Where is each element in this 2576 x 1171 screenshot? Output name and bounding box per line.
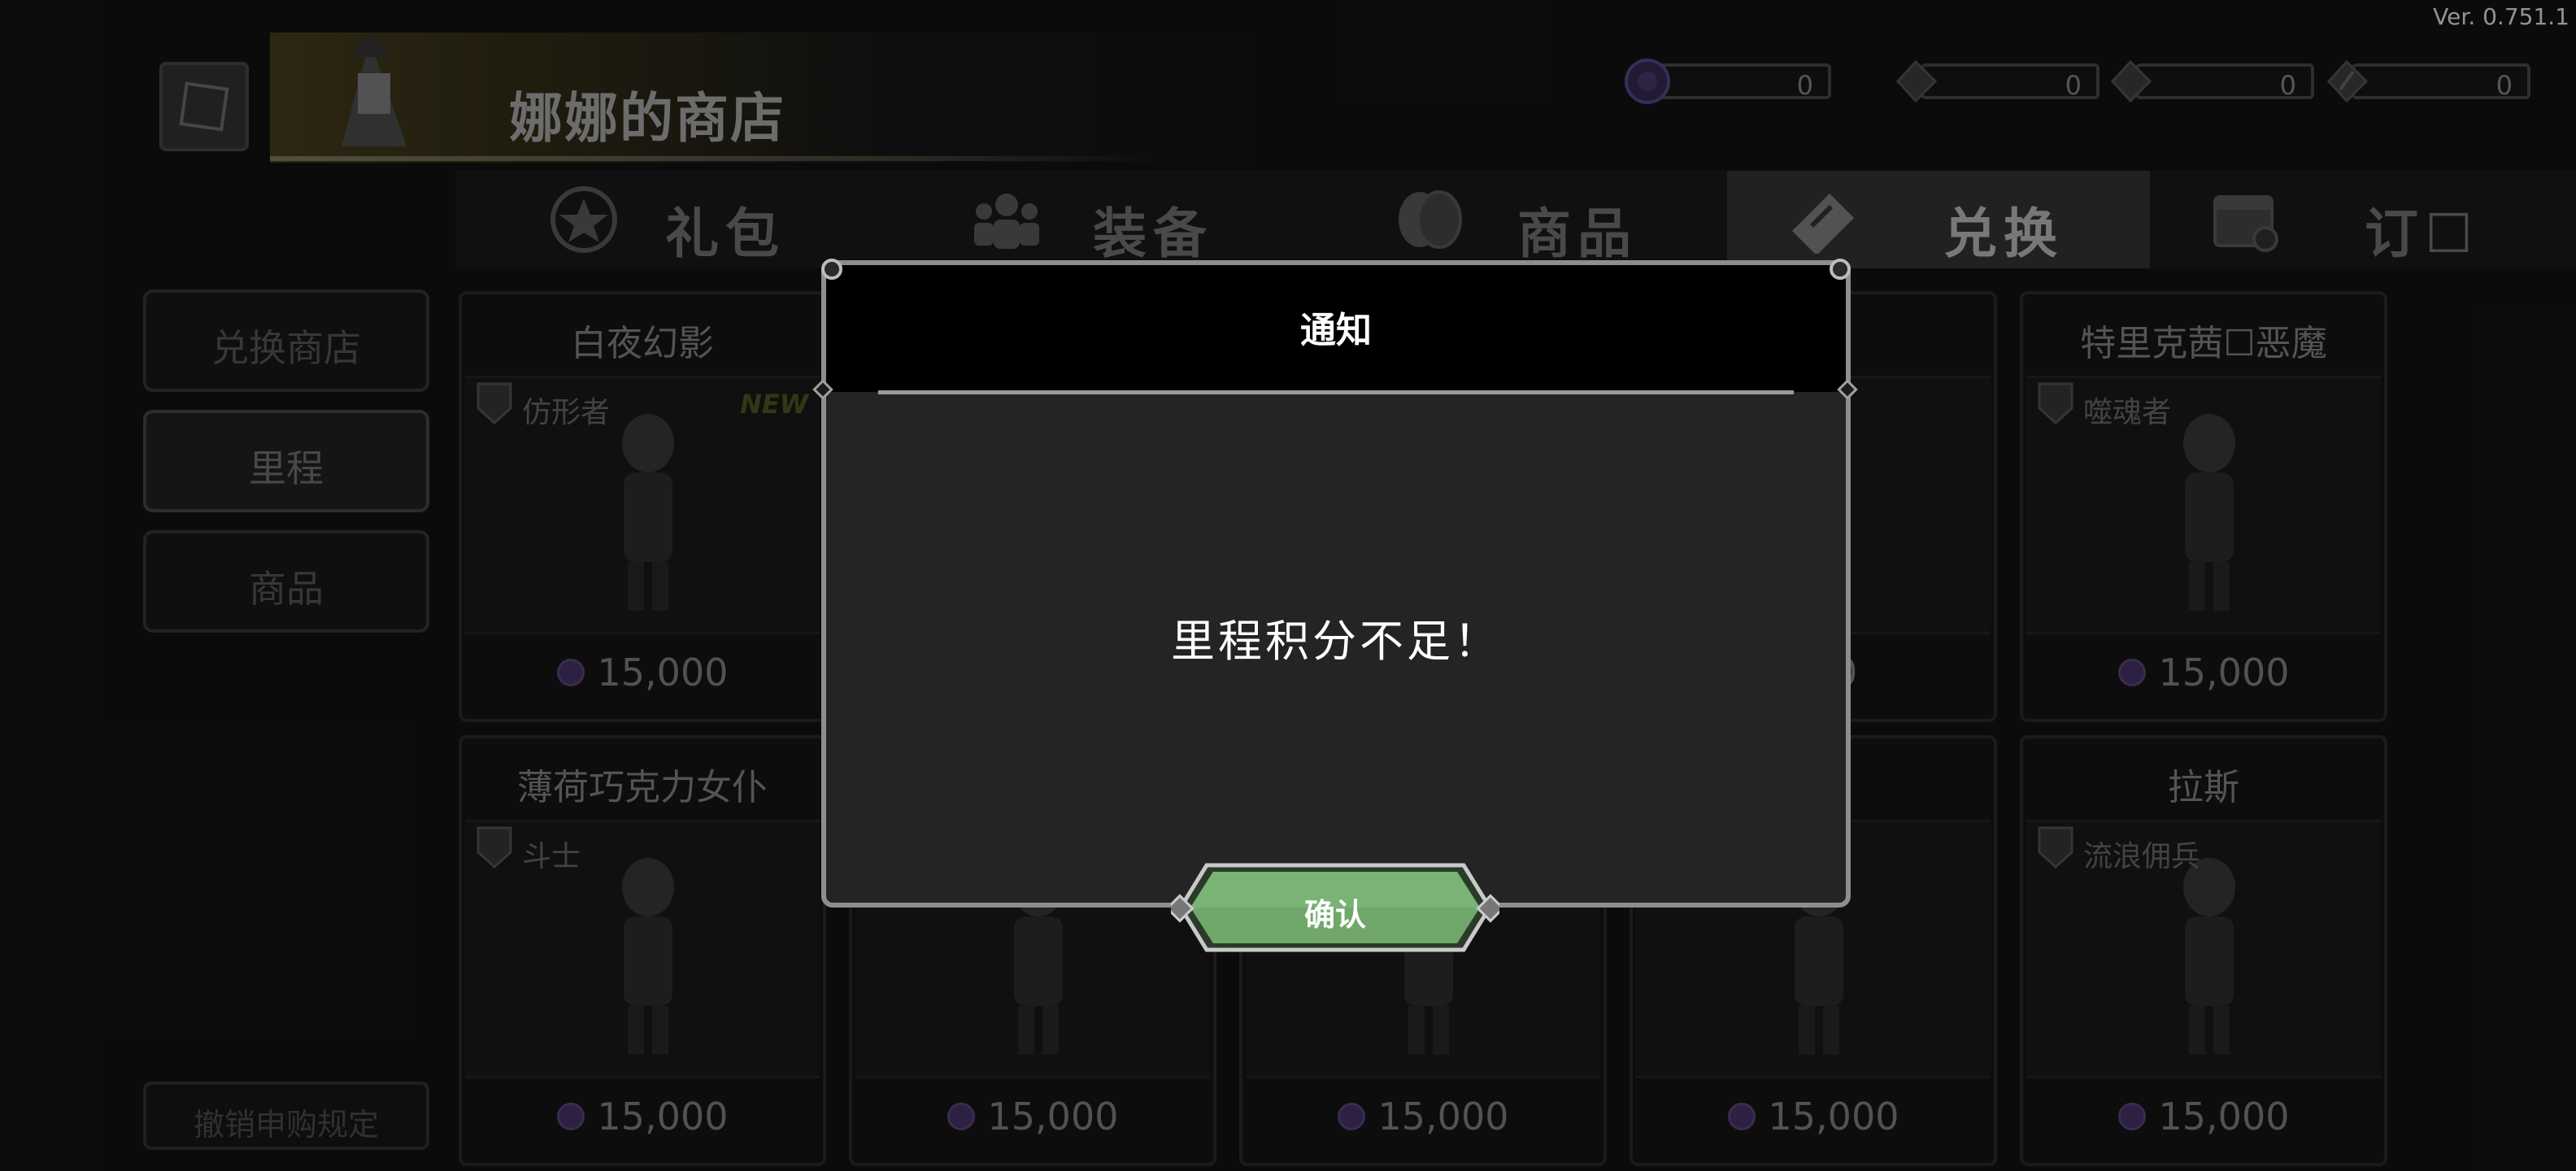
- confirm-button-label: 确认: [1303, 897, 1366, 933]
- dialog-corner-rivet: [821, 259, 842, 280]
- notification-dialog: 通知 里程积分不足！: [821, 260, 1851, 908]
- dialog-message: 里程积分不足！: [1171, 616, 1501, 667]
- dialog-corner-rivet: [1830, 259, 1851, 280]
- dialog-header: 通知: [826, 265, 1846, 392]
- dialog-title: 通知: [1300, 310, 1372, 351]
- confirm-button[interactable]: 确认: [1171, 860, 1499, 955]
- dialog-header-divider: [878, 390, 1794, 394]
